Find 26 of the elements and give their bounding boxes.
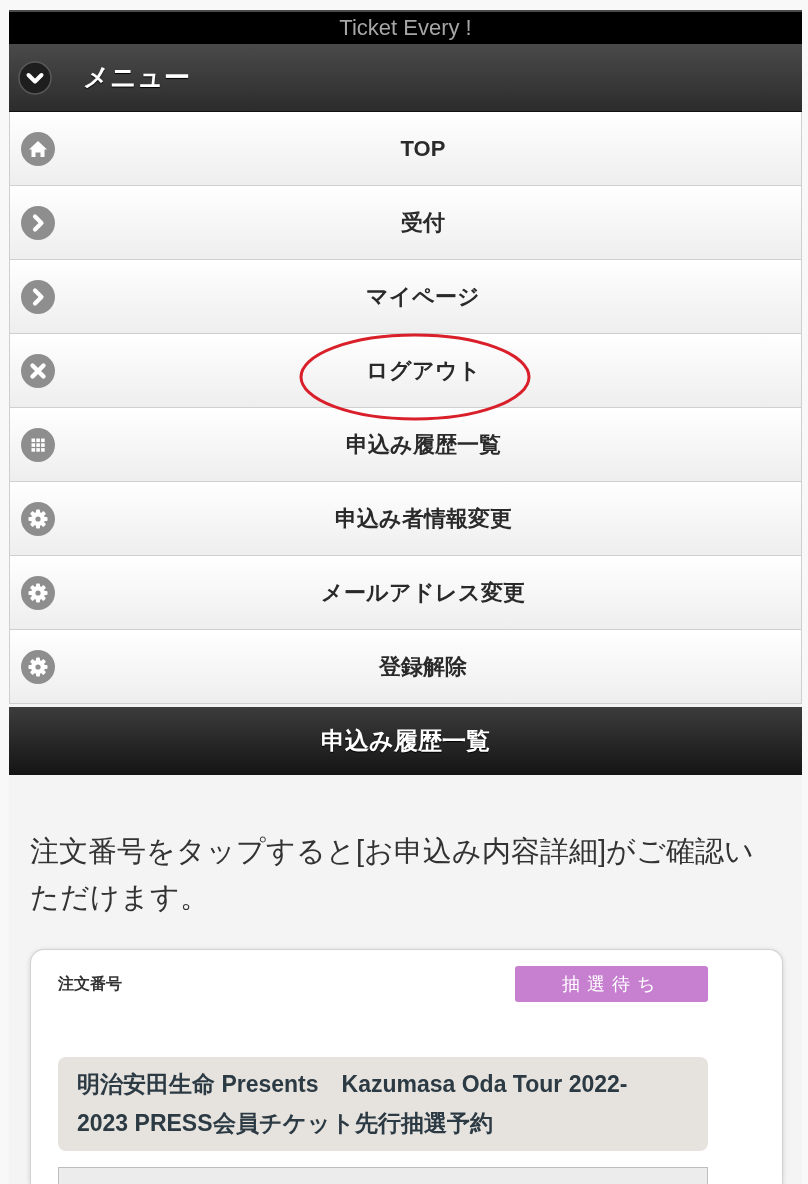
menu-header[interactable]: メニュー <box>9 44 802 112</box>
home-icon <box>21 131 55 166</box>
menu-item[interactable]: ログアウト <box>9 334 802 408</box>
menu-item[interactable]: TOP <box>9 112 802 186</box>
event-title: 明治安田生命 Presents Kazumasa Oda Tour 2022-2023 PRESS会員チケット先行抽選予約 <box>58 1057 708 1151</box>
menu-item[interactable]: 申込み者情報変更 <box>9 482 802 556</box>
close-icon <box>21 353 55 388</box>
order-card[interactable]: 注文番号 抽選待ち 明治安田生命 Presents Kazumasa Oda Tour 2022-2023 PRESS会員チケット先行抽選予約 <box>30 949 783 1184</box>
order-number-label: 注文番号 <box>58 973 122 994</box>
menu-item[interactable]: 受付 <box>9 186 802 260</box>
gear-icon <box>21 575 55 610</box>
gear-icon <box>21 501 55 536</box>
section-title: 申込み履歴一覧 <box>321 726 490 756</box>
app-title: Ticket Every ! <box>339 15 472 41</box>
chevron-right-icon <box>21 205 55 240</box>
menu-item[interactable]: 登録解除 <box>9 630 802 704</box>
menu-item[interactable]: メールアドレス変更 <box>9 556 802 630</box>
status-badge: 抽選待ち <box>515 966 708 1002</box>
menu-item[interactable]: マイページ <box>9 260 802 334</box>
menu-item[interactable]: 申込み履歴一覧 <box>9 408 802 482</box>
grid-icon <box>21 427 55 462</box>
gear-icon <box>21 649 55 684</box>
chevron-right-icon <box>21 279 55 314</box>
chevron-down-icon[interactable] <box>18 60 52 95</box>
menu-title: メニュー <box>83 61 190 94</box>
instruction-text: 注文番号をタップすると[お申込み内容詳細]がご確認いただけます。 <box>30 834 756 915</box>
